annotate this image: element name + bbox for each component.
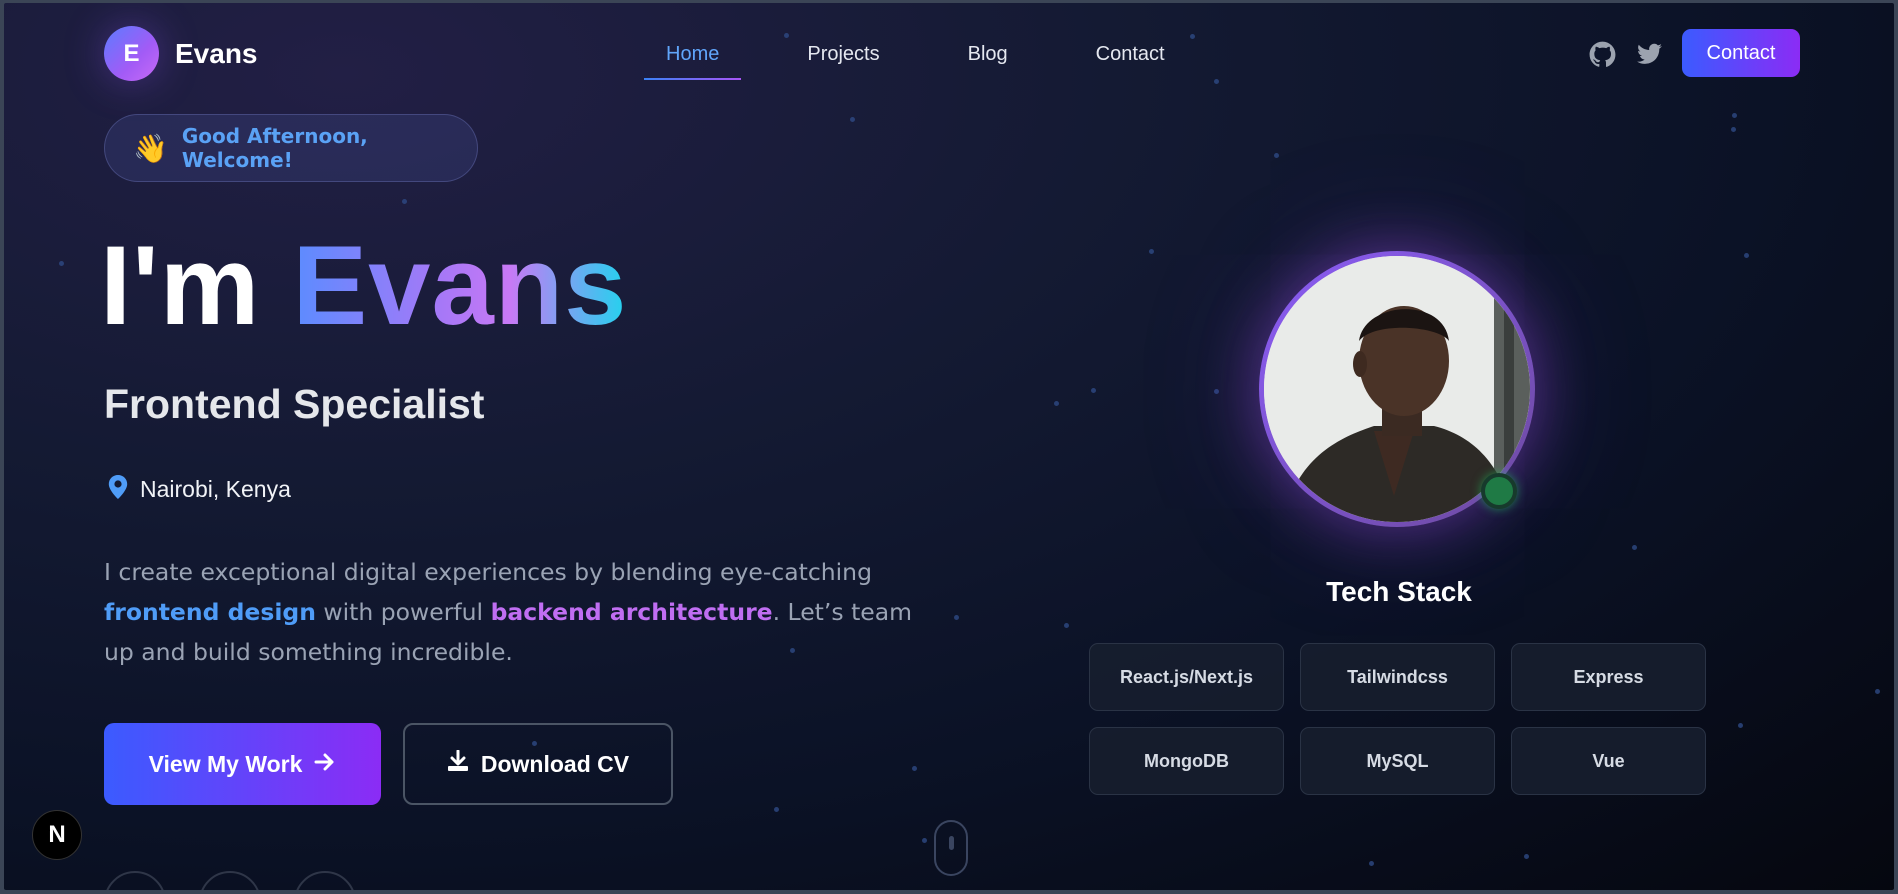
hero-heading: I'm Evans <box>100 221 627 350</box>
particle <box>1632 545 1637 550</box>
waving-hand-icon: 👋 <box>133 132 168 164</box>
particle <box>1875 689 1880 694</box>
particle <box>1064 623 1069 628</box>
bio-text: I create exceptional digital experiences… <box>104 558 872 586</box>
particle <box>402 199 407 204</box>
tech-chip-express: Express <box>1511 643 1706 711</box>
twitter-icon[interactable] <box>1636 41 1663 68</box>
particle <box>1738 723 1743 728</box>
hero-prefix: I'm <box>100 223 293 348</box>
particle <box>922 838 927 843</box>
bio-highlight-frontend: frontend design <box>104 598 316 626</box>
greeting-badge: 👋 Good Afternoon, Welcome! <box>104 114 478 182</box>
particle <box>1524 854 1529 859</box>
main-nav: Home Projects Blog Contact <box>644 31 1231 80</box>
download-icon <box>447 749 469 778</box>
particle <box>774 807 779 812</box>
tech-stack-grid: React.js/Next.js Tailwindcss Express Mon… <box>1089 643 1715 795</box>
tech-stack-title: Tech Stack <box>1326 576 1472 607</box>
brand-name[interactable]: Evans <box>175 38 258 70</box>
scroll-indicator-icon[interactable] <box>934 820 968 876</box>
hero-name: Evans <box>292 223 628 348</box>
nav-home[interactable]: Home <box>644 31 742 80</box>
particle <box>1274 153 1279 158</box>
social-round-button[interactable] <box>104 871 166 890</box>
particle <box>1369 861 1374 866</box>
brand[interactable]: E Evans <box>104 26 258 81</box>
download-cv-button[interactable]: Download CV <box>403 723 673 805</box>
nav-blog[interactable]: Blog <box>946 31 1030 80</box>
particle <box>912 766 917 771</box>
contact-button[interactable]: Contact <box>1682 29 1800 77</box>
bio-highlight-backend: backend architecture <box>490 598 773 626</box>
nav-contact[interactable]: Contact <box>1074 31 1187 80</box>
particle <box>1054 401 1059 406</box>
role-title: Frontend Specialist <box>104 381 485 427</box>
particle <box>1731 127 1736 132</box>
download-cv-label: Download CV <box>480 750 630 777</box>
view-work-button[interactable]: View My Work <box>104 723 381 805</box>
particle <box>1091 388 1096 393</box>
page: E Evans Home Projects Blog Contact Conta… <box>4 3 1894 890</box>
bio-text: with powerful <box>315 598 491 626</box>
social-round-button[interactable] <box>294 871 356 890</box>
online-status-indicator <box>1481 473 1517 509</box>
social-links <box>1589 41 1663 68</box>
tech-chip-vue: Vue <box>1511 727 1706 795</box>
nav-projects[interactable]: Projects <box>785 31 901 80</box>
arrow-right-icon <box>314 751 336 778</box>
particle <box>954 615 959 620</box>
bio-paragraph: I create exceptional digital experiences… <box>104 552 914 672</box>
github-icon[interactable] <box>1589 41 1616 68</box>
particle <box>1149 249 1154 254</box>
particle <box>1732 113 1737 118</box>
particle <box>1214 389 1219 394</box>
tech-chip-tailwind: Tailwindcss <box>1300 643 1495 711</box>
location-text: Nairobi, Kenya <box>140 476 291 502</box>
location-pin-icon <box>108 475 128 504</box>
tech-chip-react: React.js/Next.js <box>1089 643 1284 711</box>
tech-chip-mysql: MySQL <box>1300 727 1495 795</box>
tech-chip-mongodb: MongoDB <box>1089 727 1284 795</box>
particle <box>850 117 855 122</box>
brand-logo[interactable]: E <box>104 26 159 81</box>
particle <box>1744 253 1749 258</box>
greeting-text: Good Afternoon, Welcome! <box>181 124 368 172</box>
particle <box>59 261 64 266</box>
view-work-label: View My Work <box>148 750 303 777</box>
location: Nairobi, Kenya <box>108 475 291 504</box>
social-round-button[interactable] <box>199 871 261 890</box>
dev-tools-badge[interactable]: N <box>32 810 82 860</box>
